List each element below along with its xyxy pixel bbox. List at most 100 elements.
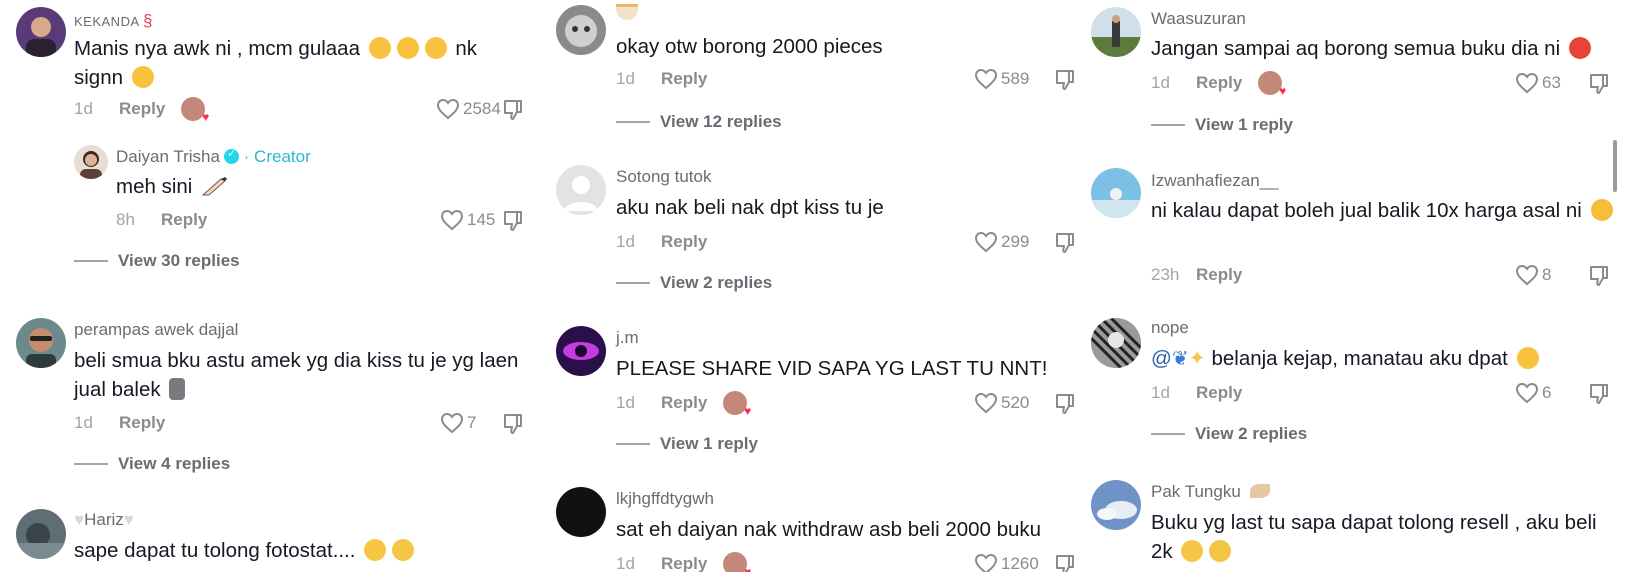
comment-time: 1d (616, 554, 635, 572)
reply-button[interactable]: Reply (661, 393, 707, 413)
comment-text: sat eh daiyan nak withdraw asb beli 2000… (616, 518, 1042, 541)
reply-button[interactable]: Reply (1196, 73, 1242, 93)
view-replies-button[interactable]: View 4 replies (74, 454, 230, 474)
heart-outline-icon (440, 412, 464, 434)
dislike-button[interactable] (1588, 382, 1610, 406)
like-button[interactable]: 1260 (974, 551, 1039, 572)
comment-text: ni kalau dapat boleh jual balik 10x harg… (1151, 196, 1621, 225)
like-button[interactable]: 589 (974, 66, 1029, 92)
comment-meta: 1d Reply (616, 229, 707, 255)
comment-username[interactable]: KEKANDA § (74, 11, 153, 31)
comment-text: meh sini (116, 172, 232, 201)
avatar[interactable] (16, 7, 66, 57)
comment-username[interactable]: nope (1151, 318, 1189, 338)
dislike-button[interactable] (1588, 72, 1610, 96)
like-button[interactable]: 520 (974, 390, 1029, 416)
noodle-bowl-icon (616, 4, 638, 20)
comment-username[interactable]: Izwanhafiezan__ (1151, 171, 1279, 191)
angry-face-icon (1568, 37, 1591, 59)
dislike-button[interactable] (1054, 68, 1076, 92)
like-button[interactable]: 299 (974, 229, 1029, 255)
like-button[interactable]: 2584 (436, 96, 501, 122)
avatar[interactable] (1091, 318, 1141, 368)
heart-outline-icon (974, 553, 998, 572)
reply-button[interactable]: Reply (119, 413, 165, 433)
avatar[interactable] (1091, 168, 1141, 218)
dislike-button[interactable] (1054, 392, 1076, 416)
mention-text[interactable]: @ (1151, 347, 1172, 370)
sparkles-icon: ✦ (1188, 347, 1206, 370)
view-replies-button[interactable]: View 1 reply (1151, 115, 1293, 135)
comment-username[interactable]: Daiyan Trisha · Creator (116, 147, 311, 167)
comment-column-2: okay otw borong 2000 pieces 1d Reply 589… (556, 0, 1086, 572)
pleading-face-icon (424, 37, 447, 59)
comment-text: PLEASE SHARE VID SAPA YG LAST TU NNT! (616, 357, 1048, 380)
thumbs-down-icon (1056, 70, 1074, 90)
pleading-face-icon (131, 66, 154, 88)
avatar[interactable] (556, 326, 606, 376)
dislike-button[interactable] (1588, 264, 1610, 288)
view-replies-button[interactable]: View 2 replies (1151, 424, 1307, 444)
comment-username[interactable]: Waasuzuran (1151, 9, 1246, 29)
comment-time: 1d (616, 393, 635, 412)
reply-button[interactable]: Reply (1196, 265, 1242, 285)
avatar[interactable] (74, 145, 108, 179)
view-replies-button[interactable]: View 30 replies (74, 251, 240, 271)
like-count: 8 (1542, 265, 1552, 284)
comment-username[interactable]: Sotong tutok (616, 167, 711, 187)
comment-username[interactable]: Pak Tungku (1151, 482, 1270, 502)
butterfly-icon: ❦ (1171, 348, 1189, 370)
comment-time: 1d (616, 232, 635, 251)
scrollbar[interactable] (1613, 140, 1617, 192)
like-count: 63 (1542, 73, 1561, 92)
dislike-button[interactable] (1054, 553, 1076, 572)
dislike-button[interactable] (502, 209, 524, 233)
view-replies-button[interactable]: View 2 replies (616, 273, 772, 293)
divider-line (616, 282, 650, 284)
comment-username[interactable]: ♥Hariz♥ (74, 510, 134, 530)
thumbs-down-icon (1056, 555, 1074, 572)
reply-button[interactable]: Reply (161, 210, 207, 230)
disappointed-face-icon (1516, 347, 1539, 369)
dislike-button[interactable] (502, 98, 524, 122)
reply-button[interactable]: Reply (661, 554, 707, 572)
white-heart-icon: ♥ (123, 510, 134, 529)
laughing-tears-icon (1181, 540, 1204, 562)
thumbs-down-icon (1056, 394, 1074, 414)
comment-username[interactable]: j.m (616, 328, 639, 348)
crying-face-icon (1209, 540, 1232, 562)
thumbs-down-icon (1590, 74, 1608, 94)
reply-button[interactable]: Reply (661, 232, 707, 252)
comment-username[interactable]: perampas awek dajjal (74, 320, 238, 340)
avatar[interactable] (556, 165, 606, 215)
avatar[interactable] (1091, 7, 1141, 57)
reply-button[interactable]: Reply (1196, 383, 1242, 403)
avatar[interactable] (16, 509, 66, 559)
dislike-button[interactable] (502, 412, 524, 436)
like-button[interactable]: 6 (1515, 380, 1551, 406)
like-button[interactable]: 8 (1515, 262, 1551, 288)
reply-button[interactable]: Reply (119, 99, 165, 119)
like-count: 520 (1001, 393, 1030, 412)
dislike-button[interactable] (1054, 231, 1076, 255)
heart-outline-icon (1515, 72, 1539, 94)
view-replies-button[interactable]: View 1 reply (616, 434, 758, 454)
like-count: 7 (467, 413, 477, 432)
like-button[interactable]: 7 (440, 410, 476, 436)
pleading-face-icon (396, 37, 419, 59)
avatar[interactable] (1091, 480, 1141, 530)
like-button[interactable]: 63 (1515, 70, 1561, 96)
comment-username[interactable] (616, 4, 638, 25)
writing-hand-icon (201, 175, 229, 197)
comment-meta: 1d Reply (74, 410, 165, 436)
reply-button[interactable]: Reply (661, 69, 707, 89)
avatar[interactable] (16, 318, 66, 368)
comment-username[interactable]: lkjhgffdtygwh (616, 489, 714, 509)
view-replies-button[interactable]: View 12 replies (616, 112, 782, 132)
avatar[interactable] (556, 487, 606, 537)
creator-label: · Creator (243, 147, 311, 166)
avatar[interactable] (556, 5, 606, 55)
thumbs-down-icon (504, 100, 522, 120)
like-count: 1260 (1001, 554, 1039, 572)
like-button[interactable]: 145 (440, 207, 495, 233)
